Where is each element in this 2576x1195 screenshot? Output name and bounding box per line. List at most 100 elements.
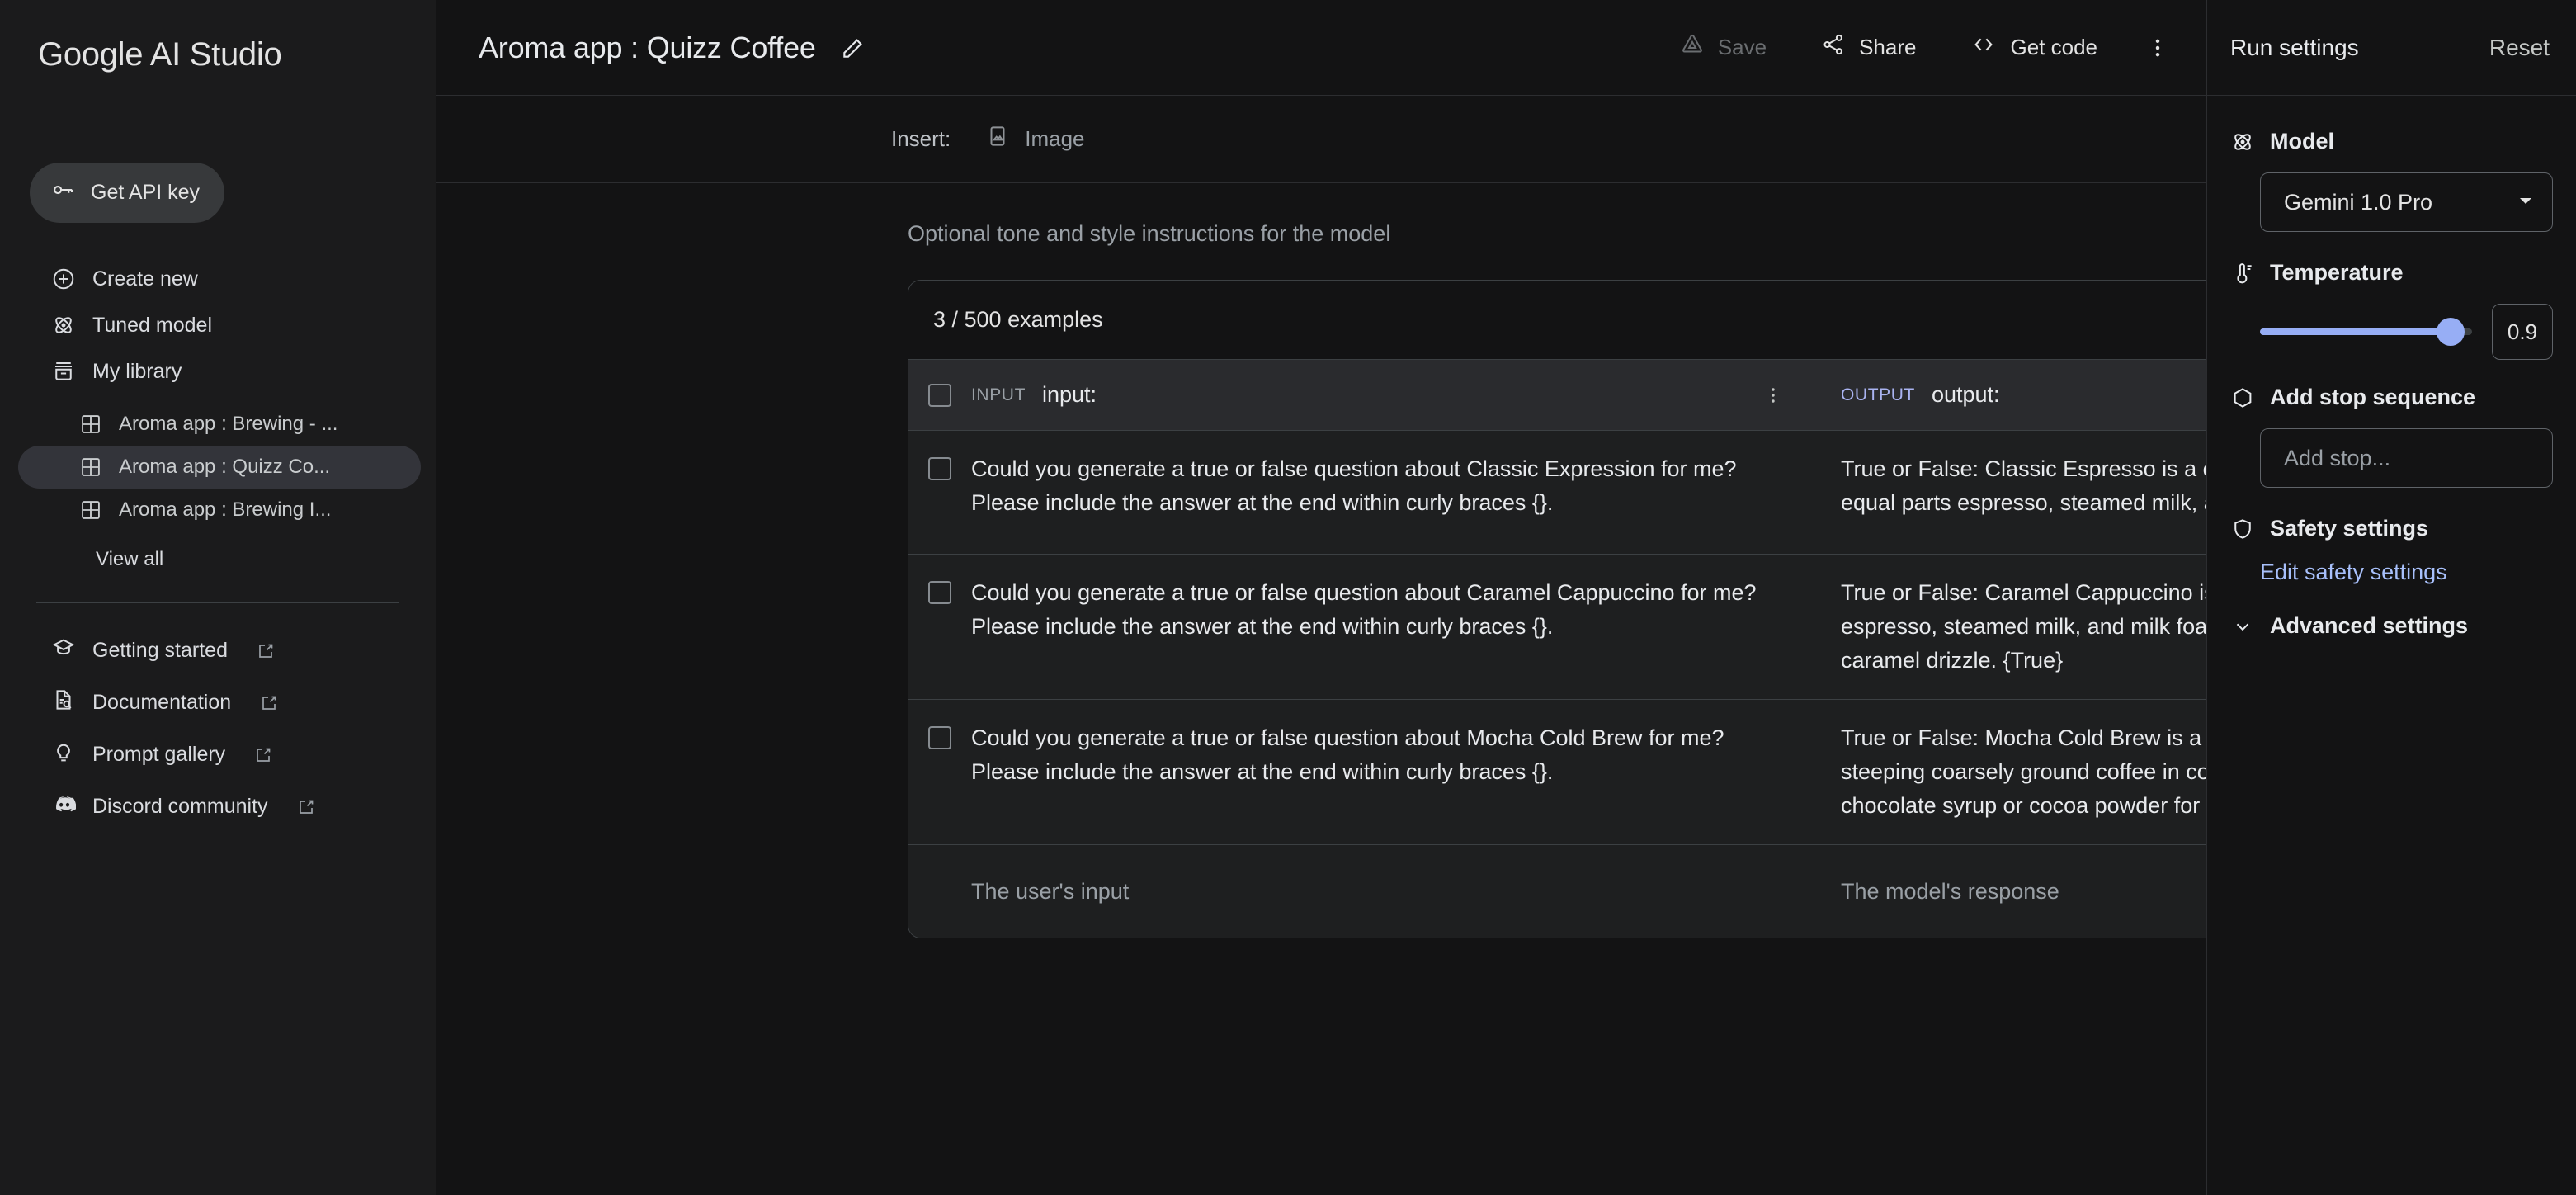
stop-sequence-input[interactable]: Add stop... [2260, 428, 2553, 488]
model-selected-value: Gemini 1.0 Pro [2284, 190, 2432, 215]
sidebar: Google AI Studio Get API key Create new [0, 0, 436, 1195]
run-settings-body: Model Gemini 1.0 Pro Temperature [2207, 96, 2576, 639]
pencil-icon[interactable] [837, 32, 869, 64]
library-item-brewing-2[interactable]: Aroma app : Brewing I... [18, 489, 421, 531]
reset-button[interactable]: Reset [2489, 35, 2550, 61]
library-icon [51, 359, 76, 384]
library-label-brewing-2: Aroma app : Brewing I... [119, 498, 331, 522]
examples-column-header: INPUT input: OUTPUT output: [908, 360, 2206, 431]
chevron-down-icon [2230, 614, 2255, 639]
tone-instructions-input[interactable]: Optional tone and style instructions for… [891, 183, 2206, 280]
temperature-slider-thumb[interactable] [2437, 318, 2465, 346]
temperature-section-header: Temperature [2230, 260, 2553, 286]
thermometer-icon [2230, 261, 2255, 286]
row-input-text[interactable]: Could you generate a true or false quest… [971, 555, 1805, 699]
run-settings-header: Run settings Reset [2207, 0, 2576, 96]
table-row[interactable]: Could you generate a true or false quest… [908, 700, 2206, 845]
library-label-brewing-1: Aroma app : Brewing - ... [119, 413, 337, 436]
sidebar-label-tuned-model: Tuned model [92, 314, 212, 338]
save-triangle-icon [1680, 32, 1705, 63]
view-all-link[interactable]: View all [18, 538, 421, 581]
sidebar-label-create-new: Create new [92, 267, 198, 291]
atom-icon [2230, 130, 2255, 154]
advanced-settings-toggle[interactable]: Advanced settings [2230, 613, 2553, 639]
sidebar-item-tuned-model[interactable]: Tuned model [18, 302, 419, 348]
examples-new-row: The user's input The model's response [908, 845, 2206, 938]
kebab-menu-icon[interactable] [2139, 29, 2177, 67]
lightbulb-icon [51, 739, 76, 770]
document-search-icon [51, 687, 76, 718]
library-item-brewing-1[interactable]: Aroma app : Brewing - ... [18, 403, 421, 446]
external-link-icon [296, 797, 316, 817]
new-row-input-placeholder[interactable]: The user's input [971, 879, 1805, 905]
select-all-checkbox-cell [908, 384, 971, 407]
sidebar-label-documentation: Documentation [92, 691, 231, 715]
row-output-text[interactable]: True or False: Mocha Cold Brew is a chil… [1805, 700, 2206, 844]
row-input-text[interactable]: Could you generate a true or false quest… [971, 700, 1805, 844]
top-bar: Aroma app : Quizz Coffee Save [436, 0, 2206, 96]
examples-card: 3 / 500 examples Actions INPUT input [908, 280, 2206, 938]
input-column-menu-icon[interactable] [1757, 379, 1790, 412]
sidebar-label-my-library: My library [92, 360, 182, 384]
sidebar-label-prompt-gallery: Prompt gallery [92, 743, 225, 767]
sidebar-item-documentation[interactable]: Documentation [18, 677, 419, 729]
input-column-name: input: [1042, 382, 1097, 408]
advanced-settings-label: Advanced settings [2270, 613, 2468, 639]
plus-circle-icon [51, 267, 76, 291]
new-row-output-placeholder[interactable]: The model's response [1805, 879, 2206, 905]
save-button[interactable]: Save [1660, 22, 1786, 73]
insert-bar: Insert: Image [436, 96, 2206, 183]
temperature-slider[interactable] [2260, 328, 2472, 335]
sidebar-item-my-library[interactable]: My library [18, 348, 419, 394]
insert-image-button[interactable]: Image [975, 117, 1094, 161]
temperature-control: 0.9 [2260, 304, 2553, 360]
safety-settings-label: Safety settings [2270, 516, 2428, 541]
grid-icon [79, 498, 102, 522]
external-link-icon [253, 745, 273, 765]
row-output-text[interactable]: True or False: Classic Espresso is a cof… [1805, 431, 2206, 554]
stop-sequence-label: Add stop sequence [2270, 385, 2475, 410]
row-output-text[interactable]: True or False: Caramel Cappuccino is a c… [1805, 555, 2206, 699]
sidebar-item-prompt-gallery[interactable]: Prompt gallery [18, 729, 419, 781]
table-row[interactable]: Could you generate a true or false quest… [908, 555, 2206, 700]
sidebar-item-getting-started[interactable]: Getting started [18, 625, 419, 677]
code-brackets-icon [1970, 31, 1997, 64]
get-api-key-label: Get API key [91, 181, 200, 205]
row-checkbox[interactable] [928, 726, 951, 749]
row-checkbox-cell [908, 700, 971, 844]
input-column-header: INPUT input: [971, 379, 1805, 412]
sidebar-item-create-new[interactable]: Create new [18, 256, 419, 302]
row-checkbox[interactable] [928, 457, 951, 480]
get-code-label: Get code [2010, 35, 2097, 60]
insert-label: Insert: [891, 126, 951, 152]
external-link-icon [259, 693, 279, 713]
select-all-checkbox[interactable] [928, 384, 951, 407]
get-api-key-button[interactable]: Get API key [30, 163, 224, 223]
save-label: Save [1718, 35, 1767, 60]
stop-sequence-section-header: Add stop sequence [2230, 385, 2553, 410]
model-label: Model [2270, 129, 2334, 154]
page-title: Aroma app : Quizz Coffee [479, 31, 816, 65]
examples-header: 3 / 500 examples Actions [908, 281, 2206, 360]
input-tag: INPUT [971, 385, 1026, 405]
grid-icon [79, 413, 102, 436]
row-input-text[interactable]: Could you generate a true or false quest… [971, 431, 1805, 554]
model-select[interactable]: Gemini 1.0 Pro [2260, 172, 2553, 232]
stop-sequence-placeholder: Add stop... [2284, 446, 2390, 471]
chevron-down-icon [2516, 191, 2536, 215]
temperature-slider-fill [2260, 328, 2451, 335]
get-code-button[interactable]: Get code [1951, 21, 2117, 73]
library-item-quizz-coffee[interactable]: Aroma app : Quizz Co... [18, 446, 421, 489]
app-root: Google AI Studio Get API key Create new [0, 0, 2576, 1195]
image-icon [985, 124, 1010, 154]
sidebar-item-discord-community[interactable]: Discord community [18, 781, 419, 833]
temperature-value[interactable]: 0.9 [2492, 304, 2553, 360]
discord-icon [51, 791, 76, 822]
sidebar-label-getting-started: Getting started [92, 639, 228, 663]
share-button[interactable]: Share [1801, 22, 1936, 73]
row-checkbox[interactable] [928, 581, 951, 604]
table-row[interactable]: Could you generate a true or false quest… [908, 431, 2206, 555]
temperature-label: Temperature [2270, 260, 2404, 286]
edit-safety-settings-link[interactable]: Edit safety settings [2260, 560, 2553, 585]
share-nodes-icon [1821, 32, 1846, 63]
